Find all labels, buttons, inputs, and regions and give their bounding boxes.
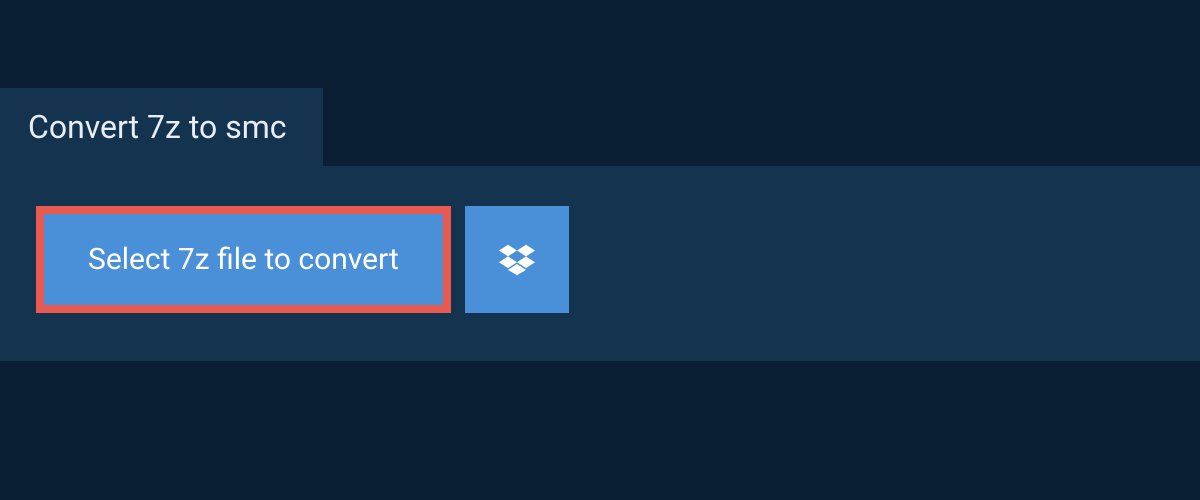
tab-convert[interactable]: Convert 7z to smc	[0, 88, 323, 166]
select-file-button[interactable]: Select 7z file to convert	[36, 206, 451, 313]
button-row: Select 7z file to convert	[36, 206, 1164, 313]
select-file-label: Select 7z file to convert	[88, 242, 399, 277]
dropbox-button[interactable]	[465, 206, 569, 313]
convert-panel: Select 7z file to convert	[0, 166, 1200, 361]
tab-title: Convert 7z to smc	[28, 108, 287, 146]
dropbox-icon	[499, 244, 535, 276]
tab-bar: Convert 7z to smc	[0, 0, 1200, 166]
